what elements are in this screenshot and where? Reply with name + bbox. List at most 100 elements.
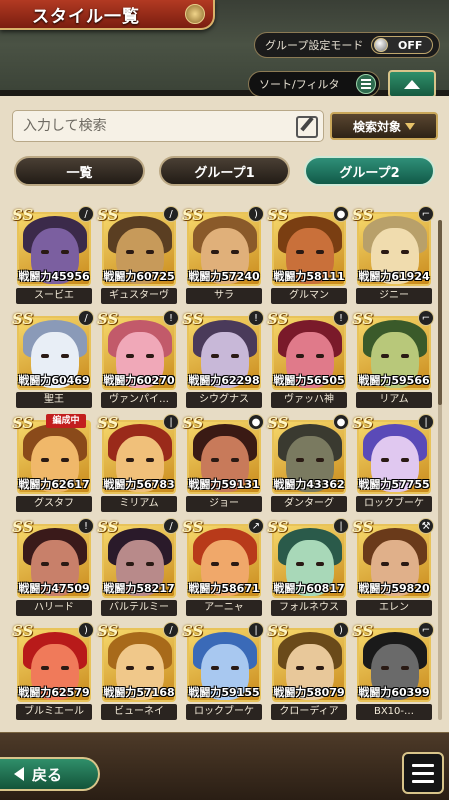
spear-icon: ↗ bbox=[248, 518, 264, 534]
search-box[interactable] bbox=[12, 110, 324, 142]
character-card[interactable]: SS) 戦闘力58079 クローディア bbox=[267, 620, 351, 724]
sword-icon: / bbox=[163, 206, 179, 222]
combat-power: 戦闘力58217 bbox=[103, 582, 175, 594]
combat-power: 戦闘力58671 bbox=[188, 582, 260, 594]
character-name: グスタフ bbox=[16, 496, 92, 512]
character-card[interactable]: SS) 戦闘力57240 サラ bbox=[182, 204, 266, 308]
character-name: ビューネイ bbox=[101, 704, 177, 720]
character-card[interactable]: SS! 戦闘力47509 ハリード bbox=[12, 516, 96, 620]
rank-badge: SS bbox=[12, 310, 34, 328]
sword-icon: / bbox=[163, 622, 179, 638]
staff-icon: | bbox=[163, 414, 179, 430]
character-name: ロックブーケ bbox=[186, 704, 262, 720]
character-name: アーニャ bbox=[186, 600, 262, 616]
rank-badge: SS bbox=[182, 518, 204, 536]
character-card[interactable]: SS! 戦闘力56505 ヴァッハ神 bbox=[267, 308, 351, 412]
character-card[interactable]: SS ⌐ 戦闘力59566 リアム bbox=[352, 308, 436, 412]
search-target-dropdown[interactable]: 検索対象 bbox=[330, 112, 438, 140]
character-name: ヴァンパイ… bbox=[101, 392, 177, 408]
staff-icon: | bbox=[418, 414, 434, 430]
character-card[interactable]: SS ● 戦闘力43362 ダンターグ bbox=[267, 412, 351, 516]
character-card[interactable]: SS ● 戦闘力59131 ジョー bbox=[182, 412, 266, 516]
character-card[interactable]: SS ⌐ 戦闘力61924 ジニー bbox=[352, 204, 436, 308]
character-card[interactable]: SS | 戦闘力60817 フォルネウス bbox=[267, 516, 351, 620]
fist-icon: ● bbox=[333, 414, 349, 430]
sort-filter-button[interactable]: ソート/フィルタ bbox=[248, 71, 380, 97]
group-mode-toggle-row[interactable]: グループ設定モード OFF bbox=[254, 32, 440, 58]
character-name: ロックブーケ bbox=[356, 496, 432, 512]
sword-icon: / bbox=[78, 310, 94, 326]
sword-icon: / bbox=[78, 206, 94, 222]
edit-icon[interactable] bbox=[296, 116, 318, 138]
combat-power: 戦闘力62298 bbox=[188, 374, 260, 386]
tab-group-2[interactable]: グループ2 bbox=[304, 156, 435, 186]
combat-power: 戦闘力59155 bbox=[188, 686, 260, 698]
tab-group-1[interactable]: グループ1 bbox=[159, 156, 290, 186]
rank-badge: SS bbox=[182, 310, 204, 328]
character-card[interactable]: SS | 戦闘力56783 ミリアム bbox=[97, 412, 181, 516]
rank-badge: SS bbox=[267, 310, 289, 328]
character-card[interactable]: SS ⌐ 戦闘力60399 BX10-… bbox=[352, 620, 436, 724]
bow-icon: ) bbox=[78, 622, 94, 638]
character-card[interactable]: SS! 戦闘力60270 ヴァンパイ… bbox=[97, 308, 181, 412]
character-card[interactable]: SS | 戦闘力59155 ロックブーケ bbox=[182, 620, 266, 724]
character-card[interactable]: SS / 戦闘力58217 バルテルミー bbox=[97, 516, 181, 620]
character-name: BX10-… bbox=[356, 704, 432, 720]
search-input[interactable] bbox=[23, 118, 283, 134]
rank-badge: SS bbox=[12, 622, 34, 640]
character-card[interactable]: SS | 戦闘力57755 ロックブーケ bbox=[352, 412, 436, 516]
back-button[interactable]: 戻る bbox=[0, 757, 100, 791]
combat-power: 戦闘力62617 bbox=[18, 478, 90, 490]
arrow-left-icon bbox=[14, 767, 24, 781]
rank-badge: SS bbox=[182, 414, 204, 432]
toggle-knob-icon bbox=[374, 38, 388, 52]
character-card[interactable]: SS ⚒ 戦闘力59820 エレン bbox=[352, 516, 436, 620]
character-name: リアム bbox=[356, 392, 432, 408]
character-card[interactable]: SS) 戦闘力62579 ブルミエール bbox=[12, 620, 96, 724]
character-card[interactable]: SS / 戦闘力60725 ギュスターヴ bbox=[97, 204, 181, 308]
hamburger-menu-button[interactable] bbox=[402, 752, 444, 794]
scrollbar-thumb[interactable] bbox=[438, 220, 442, 405]
triangle-up-icon bbox=[404, 79, 420, 89]
combat-power: 戦闘力56783 bbox=[103, 478, 175, 490]
character-card[interactable]: SS ● 戦闘力58111 グルマン bbox=[267, 204, 351, 308]
character-name: ジニー bbox=[356, 288, 432, 304]
character-name: サラ bbox=[186, 288, 262, 304]
character-card[interactable]: SS / 戦闘力45956 スービエ bbox=[12, 204, 96, 308]
combat-power: 戦闘力58079 bbox=[273, 686, 345, 698]
page-title: スタイル一覧 bbox=[32, 6, 140, 27]
character-card[interactable]: SS / 戦闘力60469 聖王 bbox=[12, 308, 96, 412]
title-bar: スタイル一覧 bbox=[0, 0, 215, 30]
character-name: ギュスターヴ bbox=[101, 288, 177, 304]
character-card[interactable]: SS 編成中 戦闘力62617 グスタフ bbox=[12, 412, 96, 516]
rank-badge: SS bbox=[267, 518, 289, 536]
group-mode-toggle[interactable]: OFF bbox=[371, 36, 433, 54]
fist-icon: ● bbox=[248, 414, 264, 430]
rank-badge: SS bbox=[97, 310, 119, 328]
collapse-button[interactable] bbox=[388, 70, 436, 98]
character-card[interactable]: SS ↗ 戦闘力58671 アーニャ bbox=[182, 516, 266, 620]
combat-power: 戦闘力57240 bbox=[188, 270, 260, 282]
character-name: フォルネウス bbox=[271, 600, 347, 616]
combat-power: 戦闘力58111 bbox=[273, 270, 345, 282]
character-name: スービエ bbox=[16, 288, 92, 304]
character-name: クローディア bbox=[271, 704, 347, 720]
combat-power: 戦闘力59131 bbox=[188, 478, 260, 490]
gun-icon: ⌐ bbox=[418, 206, 434, 222]
group-mode-state: OFF bbox=[398, 38, 423, 52]
character-card[interactable]: SS / 戦闘力57168 ビューネイ bbox=[97, 620, 181, 724]
character-grid: SS / 戦闘力45956 スービエ SS / 戦闘力60725 ギュスターヴ SS) 戦闘力57… bbox=[0, 196, 449, 732]
scrollbar[interactable] bbox=[438, 220, 442, 720]
bow-icon: ) bbox=[333, 622, 349, 638]
alert-icon: ! bbox=[78, 518, 94, 534]
alert-icon: ! bbox=[333, 310, 349, 326]
character-card[interactable]: SS! 戦闘力62298 シウグナス bbox=[182, 308, 266, 412]
rank-badge: SS bbox=[352, 310, 374, 328]
rank-badge: SS bbox=[352, 414, 374, 432]
combat-power: 戦闘力57755 bbox=[358, 478, 430, 490]
tab-all[interactable]: 一覧 bbox=[14, 156, 145, 186]
character-name: ブルミエール bbox=[16, 704, 92, 720]
character-name: バルテルミー bbox=[101, 600, 177, 616]
combat-power: 戦闘力62579 bbox=[18, 686, 90, 698]
combat-power: 戦闘力60725 bbox=[103, 270, 175, 282]
